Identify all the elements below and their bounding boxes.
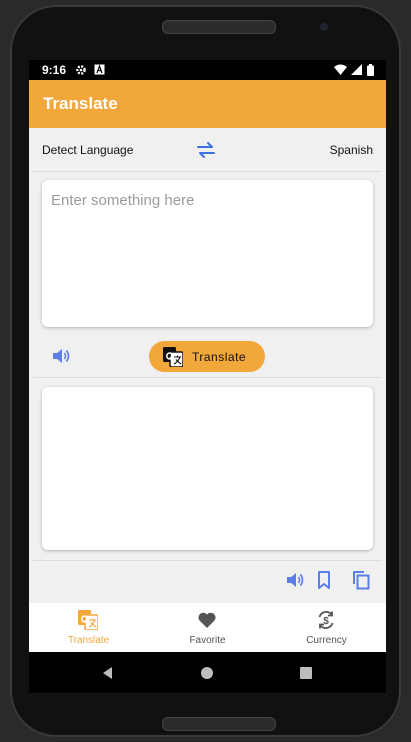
source-language-selector[interactable]: Detect Language <box>42 143 133 157</box>
divider <box>33 560 382 561</box>
signal-icon <box>351 64 362 75</box>
recents-icon[interactable] <box>298 665 314 681</box>
back-icon[interactable] <box>100 665 116 681</box>
status-time: 9:16 <box>42 63 67 77</box>
status-bar: 9:16 <box>29 60 386 80</box>
output-card <box>42 387 373 550</box>
nav-label-currency: Currency <box>306 635 347 646</box>
nav-label-favorite: Favorite <box>189 635 226 646</box>
input-card <box>42 180 373 327</box>
translate-icon <box>78 610 98 630</box>
nav-item-translate[interactable]: Translate <box>29 603 148 652</box>
system-navigation-bar <box>29 652 386 693</box>
output-speaker-icon[interactable] <box>285 570 305 590</box>
wifi-icon <box>334 64 347 75</box>
gear-icon <box>76 65 86 75</box>
bookmark-icon[interactable] <box>314 570 334 590</box>
input-text-field[interactable] <box>42 180 373 327</box>
front-camera <box>320 23 328 31</box>
copy-icon[interactable] <box>351 570 371 590</box>
heart-icon <box>198 612 216 628</box>
currency-exchange-icon: $ <box>318 611 334 629</box>
swap-arrows-icon[interactable] <box>195 140 217 160</box>
bottom-navigation: Translate Favorite $ Currency <box>29 603 386 652</box>
target-language-selector[interactable]: Spanish <box>330 143 373 157</box>
svg-text:$: $ <box>323 616 329 627</box>
home-icon[interactable] <box>199 665 215 681</box>
battery-icon <box>367 64 374 76</box>
nav-item-favorite[interactable]: Favorite <box>148 603 267 652</box>
nav-label-translate: Translate <box>67 635 110 646</box>
divider <box>33 171 382 172</box>
app-screen: 9:16 Translate Detect Language Spanish E… <box>29 60 386 693</box>
translate-button-label: Translate <box>192 350 247 364</box>
translate-button[interactable]: Translate <box>149 341 265 372</box>
speaker-icon[interactable] <box>51 346 71 366</box>
app-bar: Translate <box>29 80 386 128</box>
google-translate-icon <box>163 347 183 367</box>
earpiece-speaker <box>162 20 276 34</box>
divider <box>33 377 382 378</box>
app-title: Translate <box>43 94 118 113</box>
bottom-speaker <box>162 717 276 731</box>
language-selector-row: Detect Language Spanish <box>29 128 386 172</box>
nav-item-currency[interactable]: $ Currency <box>267 603 386 652</box>
a-icon <box>94 64 105 75</box>
